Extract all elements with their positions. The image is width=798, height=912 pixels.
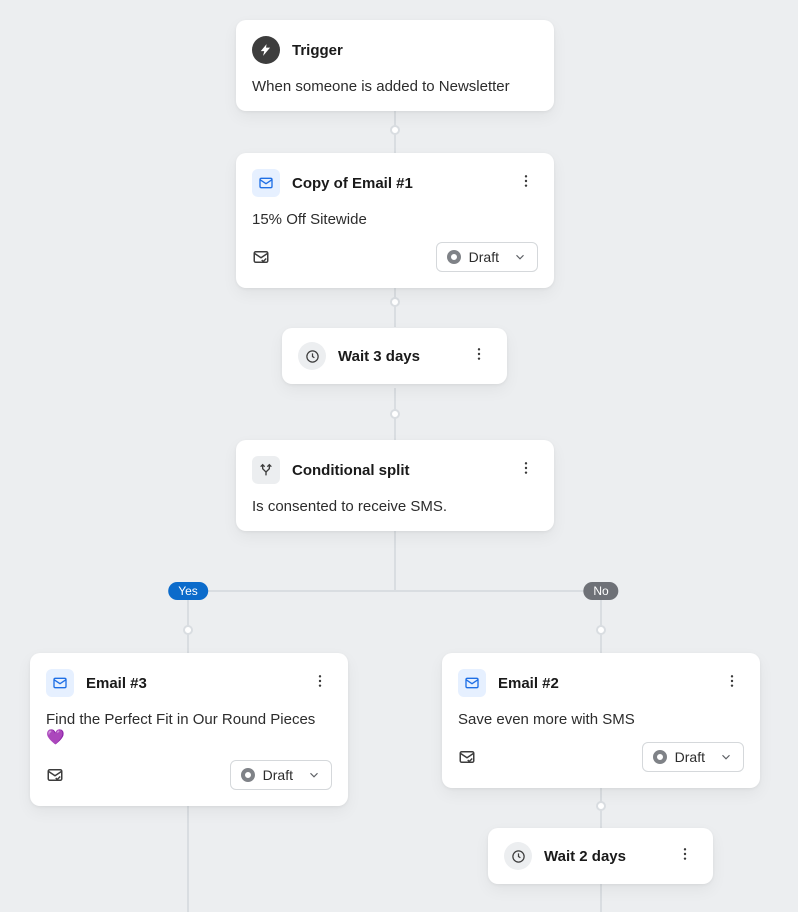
smart-send-icon <box>458 748 476 766</box>
email2-status-label: Draft <box>675 749 705 765</box>
bolt-icon <box>252 36 280 64</box>
status-dot-icon <box>241 768 255 782</box>
email3-status-select[interactable]: Draft <box>230 760 332 790</box>
connector <box>394 524 396 591</box>
email1-title: Copy of Email #1 <box>292 175 413 192</box>
connector-node <box>390 125 400 135</box>
trigger-description: When someone is added to Newsletter <box>252 78 538 95</box>
connector-node <box>596 625 606 635</box>
wait1-card[interactable]: Wait 3 days <box>282 328 507 384</box>
wait2-label: Wait 2 days <box>544 848 626 865</box>
split-title: Conditional split <box>292 462 410 479</box>
smart-send-icon <box>252 248 270 266</box>
email1-menu-button[interactable] <box>514 169 538 193</box>
trigger-card[interactable]: Trigger When someone is added to Newslet… <box>236 20 554 111</box>
mail-icon <box>458 669 486 697</box>
split-condition: Is consented to receive SMS. <box>252 498 538 515</box>
email1-status-select[interactable]: Draft <box>436 242 538 272</box>
chevron-down-icon <box>307 768 321 782</box>
split-card[interactable]: Conditional split Is consented to receiv… <box>236 440 554 531</box>
wait2-card[interactable]: Wait 2 days <box>488 828 713 884</box>
email3-card[interactable]: Email #3 Find the Perfect Fit in Our Rou… <box>30 653 348 806</box>
email2-card[interactable]: Email #2 Save even more with SMS Draft <box>442 653 760 788</box>
email2-status-select[interactable]: Draft <box>642 742 744 772</box>
chevron-down-icon <box>513 250 527 264</box>
connector-node <box>183 625 193 635</box>
email2-title: Email #2 <box>498 675 559 692</box>
connector <box>188 590 602 592</box>
email3-title: Email #3 <box>86 675 147 692</box>
trigger-title: Trigger <box>292 42 343 59</box>
email3-status-label: Draft <box>263 767 293 783</box>
wait1-label: Wait 3 days <box>338 348 420 365</box>
status-dot-icon <box>653 750 667 764</box>
email1-subject: 15% Off Sitewide <box>252 211 538 228</box>
clock-icon <box>504 842 532 870</box>
email3-subject: Find the Perfect Fit in Our Round Pieces… <box>46 711 332 746</box>
email1-status-label: Draft <box>469 249 499 265</box>
smart-send-icon <box>46 766 64 784</box>
clock-icon <box>298 342 326 370</box>
email2-subject: Save even more with SMS <box>458 711 744 728</box>
wait1-menu-button[interactable] <box>467 342 491 366</box>
split-icon <box>252 456 280 484</box>
chevron-down-icon <box>719 750 733 764</box>
mail-icon <box>46 669 74 697</box>
connector-node <box>390 409 400 419</box>
split-menu-button[interactable] <box>514 456 538 480</box>
email2-menu-button[interactable] <box>720 669 744 693</box>
connector-node <box>596 801 606 811</box>
email3-menu-button[interactable] <box>308 669 332 693</box>
email1-card[interactable]: Copy of Email #1 15% Off Sitewide Draft <box>236 153 554 288</box>
status-dot-icon <box>447 250 461 264</box>
wait2-menu-button[interactable] <box>673 842 697 866</box>
flow-canvas[interactable]: Yes No Trigger When someone is added to … <box>0 0 798 912</box>
mail-icon <box>252 169 280 197</box>
connector-node <box>390 297 400 307</box>
branch-label-no: No <box>583 582 618 600</box>
branch-label-yes: Yes <box>168 582 208 600</box>
